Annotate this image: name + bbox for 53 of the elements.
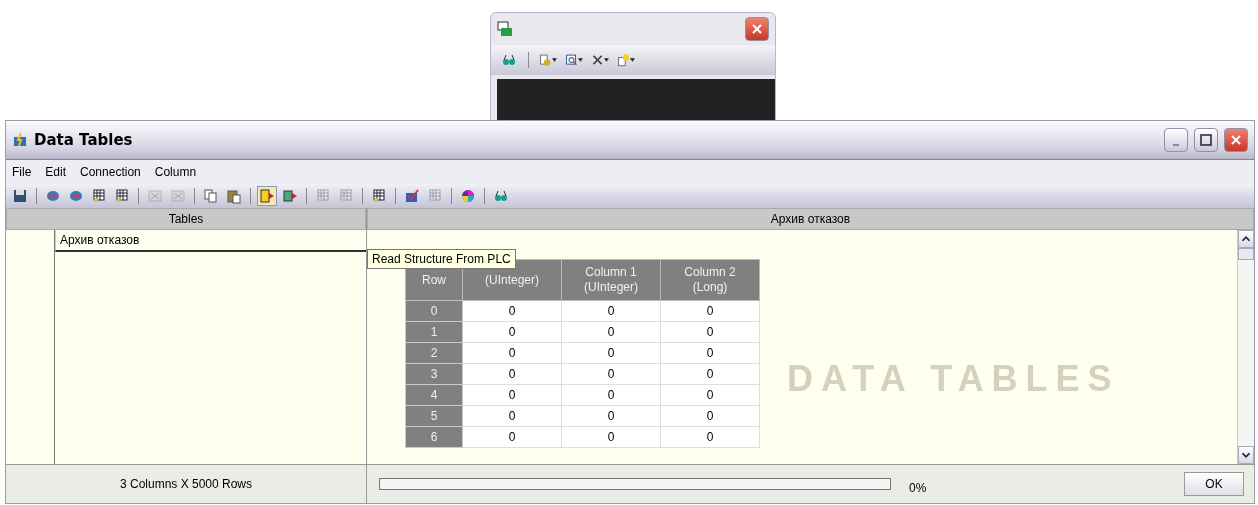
- ok-button[interactable]: OK: [1184, 472, 1244, 496]
- glasses-icon: [501, 52, 517, 68]
- window-title: Data Tables: [34, 131, 134, 149]
- table-list-item[interactable]: Архив отказов: [55, 230, 366, 252]
- caret-icon: [552, 58, 557, 62]
- table-arrow-right-icon: [259, 188, 275, 204]
- row-header: 6: [405, 426, 463, 448]
- database-arrow-left-icon: [45, 188, 61, 204]
- column-header: Column 2 (Long): [660, 259, 760, 301]
- row-header: 5: [405, 405, 463, 427]
- progress-percent: 0%: [908, 481, 928, 495]
- menu-item[interactable]: Connection: [80, 165, 141, 179]
- glasses-icon: [493, 188, 509, 204]
- panel-header: Архив отказов: [367, 208, 1254, 230]
- copy-icon: [203, 188, 219, 204]
- paste-icon: [226, 188, 242, 204]
- grid-x-icon: [147, 188, 163, 204]
- minimize-icon: [1173, 144, 1179, 146]
- toolbar-button[interactable]: [257, 186, 277, 206]
- row-header: 4: [405, 384, 463, 406]
- caret-icon: [578, 58, 583, 62]
- caret-icon: [630, 58, 635, 62]
- grid-x-icon: [170, 188, 186, 204]
- app-icon: [497, 21, 513, 37]
- grid-icon: [338, 188, 354, 204]
- save-icon: [12, 188, 28, 204]
- row-header: 2: [405, 342, 463, 364]
- color-wheel-icon: [460, 188, 476, 204]
- menu-item[interactable]: File: [12, 165, 32, 179]
- row-header: 3: [405, 363, 463, 385]
- row-header: 1: [405, 321, 463, 343]
- column-header: Column 1 (UInteger): [561, 259, 661, 301]
- database-arrow-right-icon: [68, 188, 84, 204]
- maximize-icon: [1198, 132, 1214, 148]
- tooltip: Read Structure From PLC: [367, 249, 516, 269]
- close-button[interactable]: [1224, 128, 1248, 152]
- menu-item[interactable]: Edit: [45, 165, 67, 179]
- grid-icon: [427, 188, 443, 204]
- grid-arrow-right-icon: [282, 188, 298, 204]
- close-button[interactable]: [745, 17, 769, 41]
- scrollbar-thumb[interactable]: [1238, 248, 1254, 260]
- panel-header: Tables: [6, 208, 366, 230]
- scrollbar[interactable]: [1237, 230, 1254, 464]
- maximize-button[interactable]: [1194, 128, 1218, 152]
- status-text: 3 Columns X 5000 Rows: [119, 477, 253, 491]
- menu-item[interactable]: Column: [154, 165, 197, 179]
- grid-icon: [315, 188, 331, 204]
- row-header: 0: [405, 300, 463, 322]
- magnifier-icon: [565, 52, 579, 68]
- minimize-button[interactable]: [1164, 128, 1188, 152]
- checkmark-box-icon: [404, 188, 420, 204]
- caret-icon: [604, 58, 609, 62]
- app-icon: [12, 132, 28, 148]
